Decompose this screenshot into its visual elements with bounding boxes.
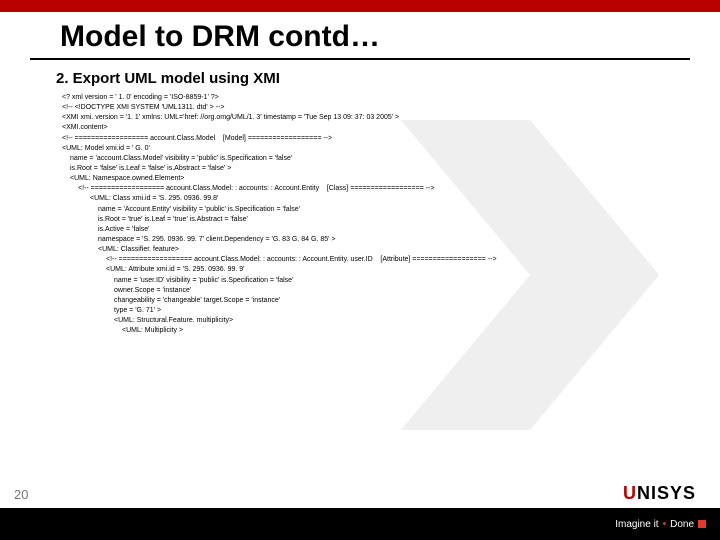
code-line: <UML: Namespace.owned.Element> — [62, 174, 720, 184]
xmi-code-block: <? xml version = ' 1. 0' encoding = 'ISO… — [0, 93, 720, 336]
code-line: <!-- ================== account.Class.Mo… — [62, 184, 720, 194]
tagline: Imagine it • Done — [615, 519, 706, 530]
code-line: <UML: Structural.Feature. multiplicity> — [62, 316, 720, 326]
code-line: is.Root = 'true' is.Leaf = 'true' is.Abs… — [62, 215, 720, 225]
code-line: <? xml version = ' 1. 0' encoding = 'ISO… — [62, 93, 720, 103]
code-line: <UML: Attribute xmi.id = 'S. 295. 0936. … — [62, 265, 720, 275]
done-box-icon — [698, 520, 706, 528]
code-line: is.Root = 'false' is.Leaf = 'false' is.A… — [62, 164, 720, 174]
logo-rest: NISYS — [637, 483, 696, 503]
tagline-imagine: Imagine it — [615, 519, 658, 530]
code-line: <UML: Classifier. feature> — [62, 245, 720, 255]
page-number: 20 — [14, 487, 28, 502]
unisys-logo: UNISYS — [623, 483, 696, 504]
code-line: namespace = 'S. 295. 0936. 99. 7' client… — [62, 235, 720, 245]
code-line: is.Active = 'false' — [62, 225, 720, 235]
code-line: <XMI xmi. version = '1. 1' xmlns: UML='h… — [62, 113, 720, 123]
code-line: <UML: Class xmi.id = 'S. 295. 0936. 99.8… — [62, 194, 720, 204]
slide: Model to DRM contd… 2. Export UML model … — [0, 0, 720, 540]
code-line: <!-- <!DOCTYPE XMI SYSTEM 'UML1311. dtd'… — [62, 103, 720, 113]
code-line: changeability = 'changeable' target.Scop… — [62, 296, 720, 306]
dot-icon: • — [663, 519, 667, 530]
code-line: <!-- ================== account.Class.Mo… — [62, 134, 720, 144]
code-line: <UML: Multiplicity > — [62, 326, 720, 336]
slide-title: Model to DRM contd… — [30, 12, 690, 60]
code-line: name = 'user.ID' visibility = 'public' i… — [62, 276, 720, 286]
code-line: <XMI.content> — [62, 123, 720, 133]
footer-bar: Imagine it • Done — [0, 508, 720, 540]
code-line: type = 'G. 71' > — [62, 306, 720, 316]
logo-u: U — [623, 483, 637, 503]
code-line: owner.Scope = 'instance' — [62, 286, 720, 296]
tagline-done: Done — [670, 519, 694, 530]
slide-subtitle: 2. Export UML model using XMI — [0, 60, 720, 93]
code-line: name = 'Account.Entity' visibility = 'pu… — [62, 205, 720, 215]
code-line: <UML: Model xmi.id = ' G. 0' — [62, 144, 720, 154]
top-red-bar — [0, 0, 720, 12]
code-line: name = 'account.Class.Model' visibility … — [62, 154, 720, 164]
code-line: <!-- ================== account.Class.Mo… — [62, 255, 720, 265]
